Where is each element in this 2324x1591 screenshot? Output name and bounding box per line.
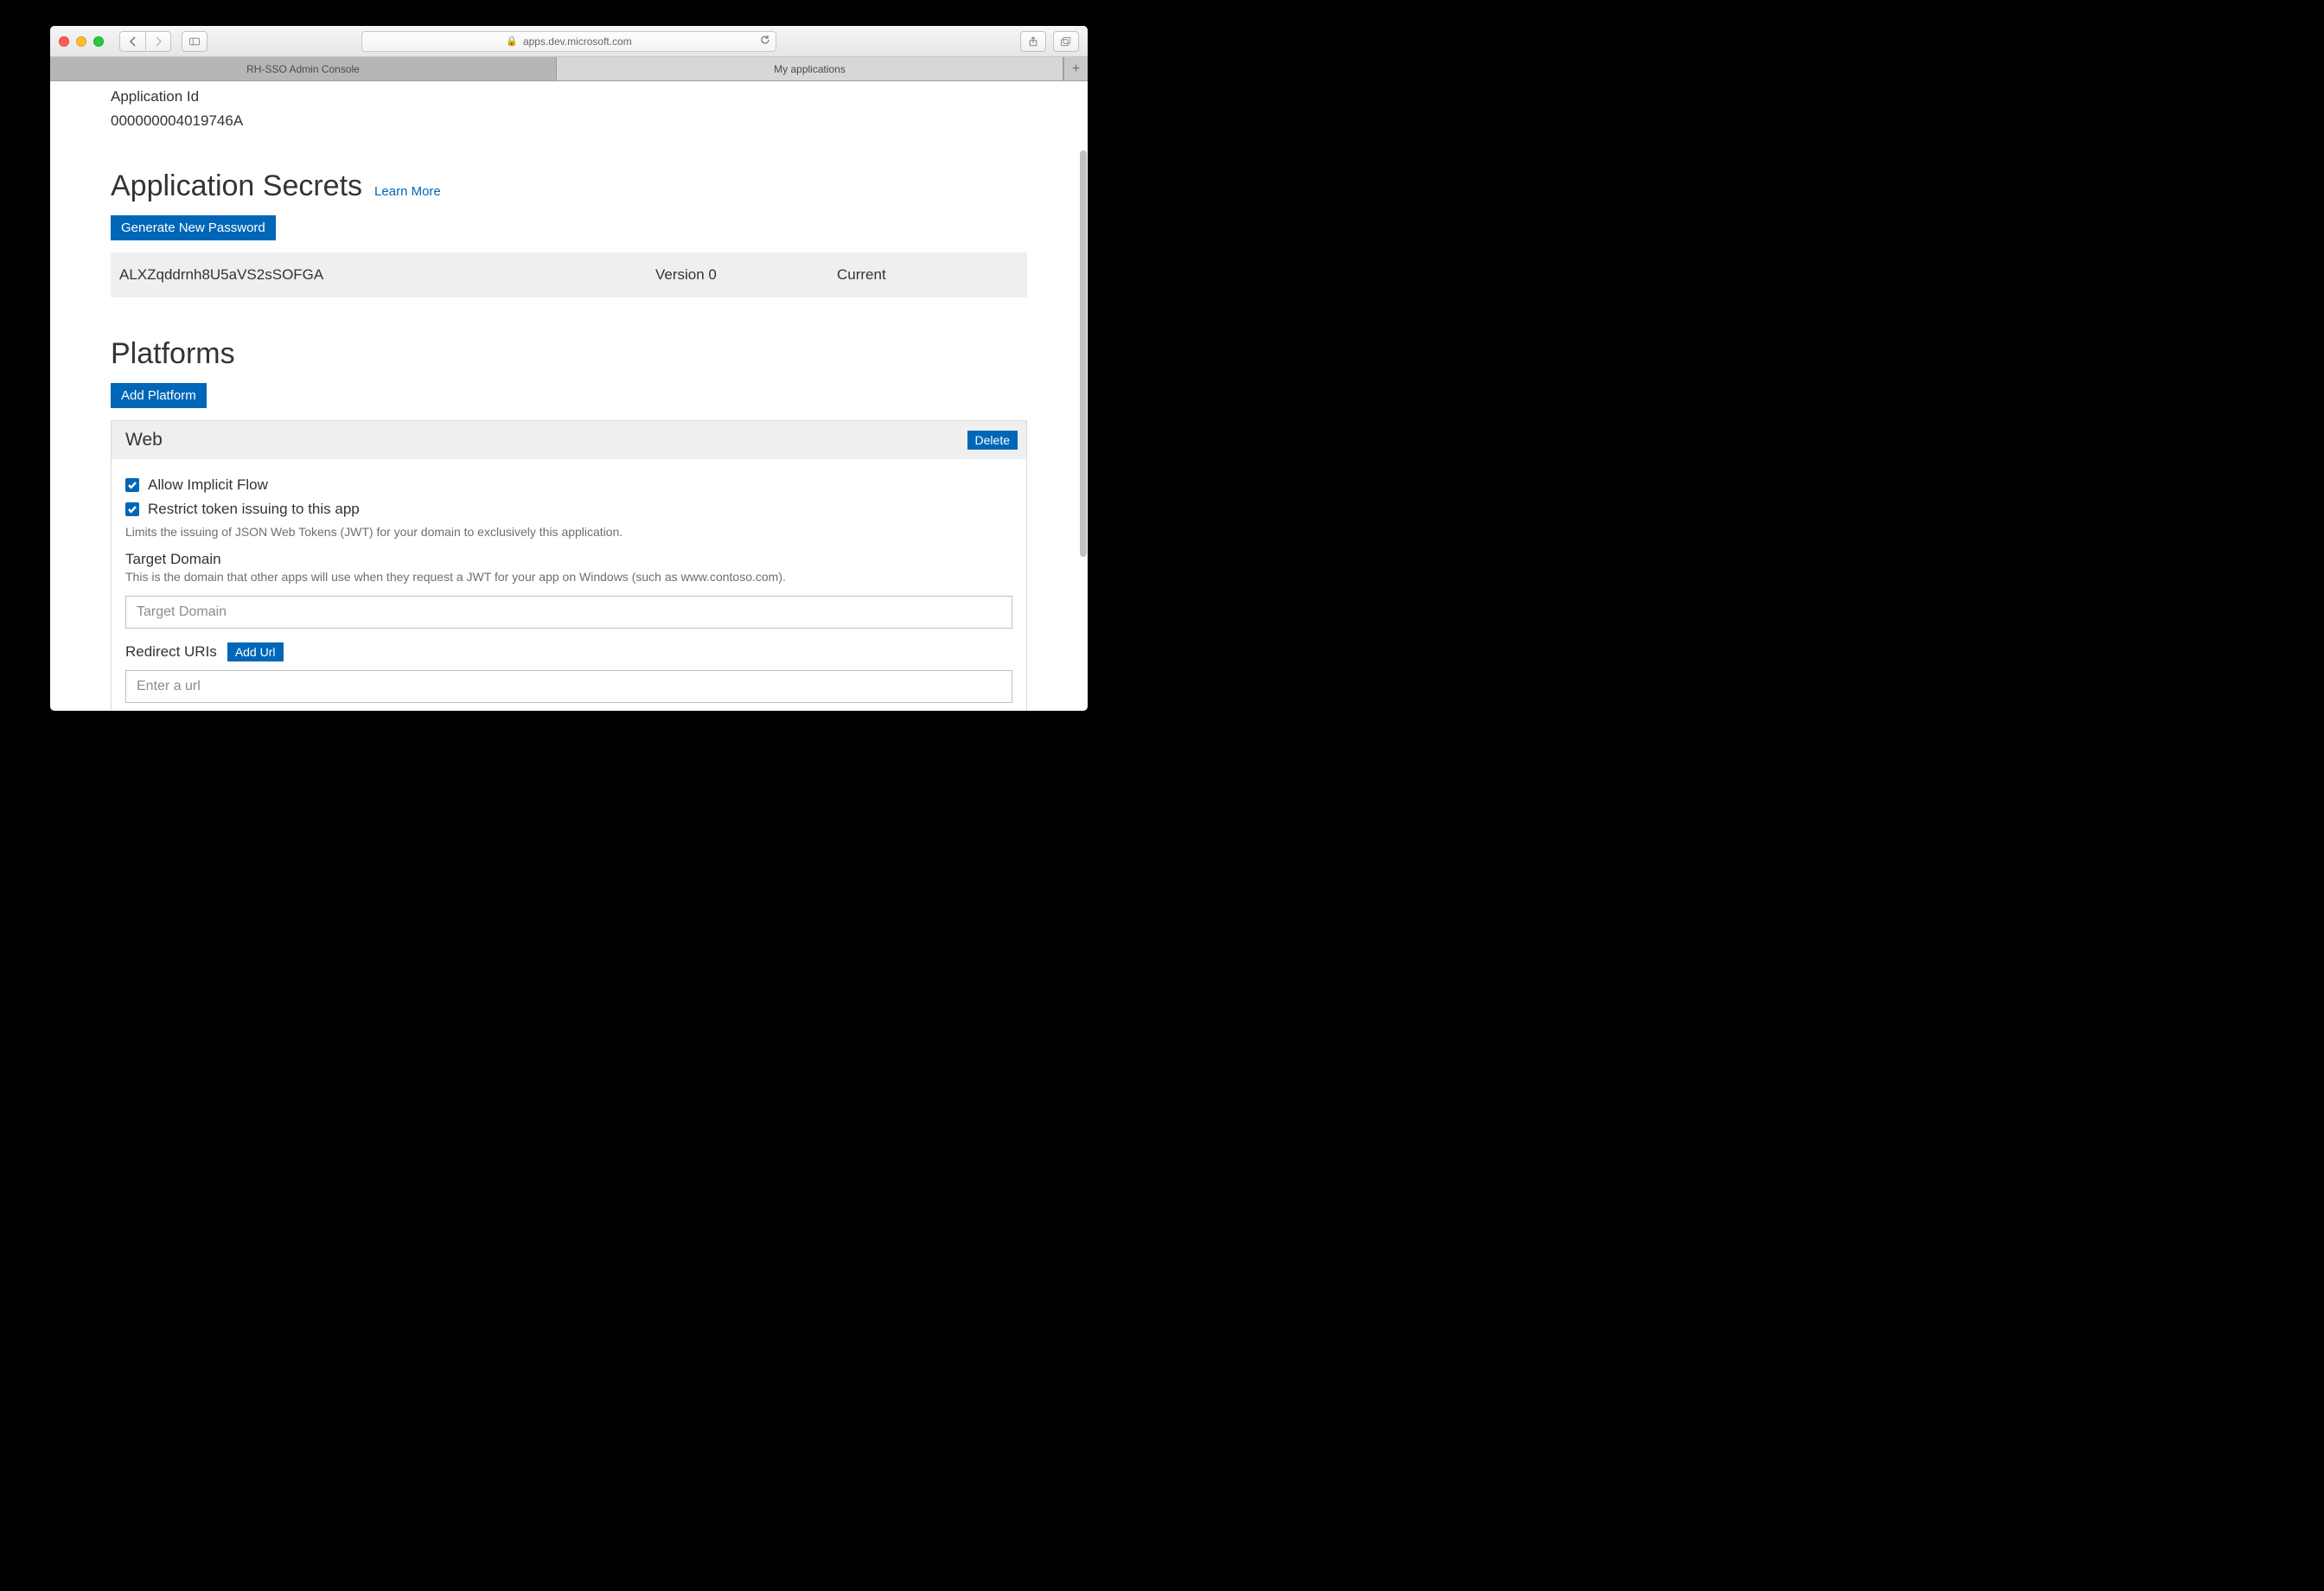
platforms-heading: Platforms — [111, 337, 1027, 371]
browser-window: 🔒 apps.dev.microsoft.com RH-SSO Admin Co… — [50, 26, 1088, 711]
secret-key: ALXZqddrnh8U5aVS2sSOFGA — [119, 266, 655, 284]
address-bar[interactable]: 🔒 apps.dev.microsoft.com — [361, 31, 776, 52]
sidebar-toggle-button[interactable] — [182, 31, 208, 52]
nav-buttons — [119, 31, 171, 52]
tab-bar: RH-SSO Admin Console My applications + — [50, 57, 1088, 81]
application-id-label: Application Id — [111, 88, 1027, 105]
scrollbar-thumb[interactable] — [1080, 150, 1087, 557]
tab-my-applications[interactable]: My applications — [557, 57, 1063, 80]
forward-button[interactable] — [145, 31, 171, 52]
target-domain-help: This is the domain that other apps will … — [125, 570, 1012, 584]
platform-web-header: Web Delete — [112, 421, 1026, 459]
window-controls — [59, 36, 104, 47]
target-domain-label: Target Domain — [125, 551, 1012, 568]
add-url-button[interactable]: Add Url — [227, 642, 284, 661]
add-platform-button[interactable]: Add Platform — [111, 383, 207, 408]
section-title: Platforms — [111, 337, 235, 371]
check-icon — [127, 480, 137, 490]
tabs-overview-button[interactable] — [1053, 31, 1079, 52]
restrict-token-label: Restrict token issuing to this app — [148, 501, 360, 518]
secret-version: Version 0 — [655, 266, 837, 284]
application-id-value: 000000004019746A — [111, 112, 1027, 130]
tab-label: My applications — [774, 63, 846, 75]
share-button[interactable] — [1020, 31, 1046, 52]
allow-implicit-label: Allow Implicit Flow — [148, 476, 268, 494]
address-text: apps.dev.microsoft.com — [523, 35, 632, 48]
generate-password-button[interactable]: Generate New Password — [111, 215, 276, 240]
secret-status: Current — [837, 266, 1018, 284]
reload-icon[interactable] — [760, 35, 770, 48]
section-title: Application Secrets — [111, 169, 362, 203]
platform-title: Web — [125, 430, 163, 450]
titlebar: 🔒 apps.dev.microsoft.com — [50, 26, 1088, 57]
tab-label: RH-SSO Admin Console — [246, 63, 360, 75]
page-viewport[interactable]: Application Id 000000004019746A Applicat… — [50, 81, 1088, 711]
new-tab-button[interactable]: + — [1063, 57, 1088, 80]
learn-more-link[interactable]: Learn More — [374, 184, 441, 199]
delete-platform-button[interactable]: Delete — [967, 431, 1018, 450]
redirect-uris-label: Redirect URIs — [125, 643, 217, 661]
page-content: Application Id 000000004019746A Applicat… — [50, 88, 1088, 711]
back-button[interactable] — [119, 31, 145, 52]
restrict-token-help: Limits the issuing of JSON Web Tokens (J… — [125, 525, 1012, 539]
close-window-button[interactable] — [59, 36, 69, 47]
tab-rh-sso[interactable]: RH-SSO Admin Console — [50, 57, 557, 80]
target-domain-input[interactable] — [125, 596, 1012, 629]
restrict-token-checkbox[interactable] — [125, 502, 139, 516]
platform-web-card: Web Delete Allow Implicit Flow Re — [111, 420, 1027, 711]
fullscreen-window-button[interactable] — [93, 36, 104, 47]
allow-implicit-checkbox[interactable] — [125, 478, 139, 492]
lock-icon: 🔒 — [506, 35, 518, 47]
redirect-uri-input[interactable] — [125, 670, 1012, 703]
application-secrets-heading: Application Secrets Learn More — [111, 169, 1027, 203]
minimize-window-button[interactable] — [76, 36, 86, 47]
secret-row: ALXZqddrnh8U5aVS2sSOFGA Version 0 Curren… — [111, 252, 1027, 297]
check-icon — [127, 504, 137, 514]
